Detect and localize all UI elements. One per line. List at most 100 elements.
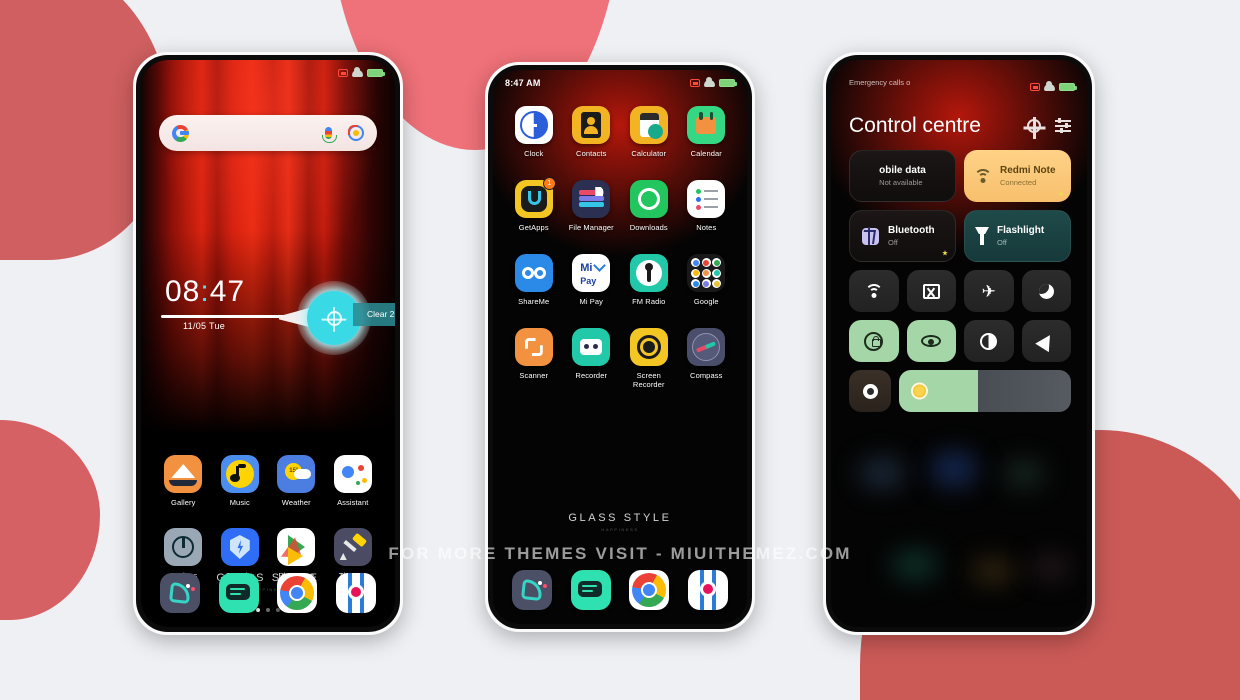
app-icon-wrap [514,106,553,144]
home-dock [141,573,395,613]
app-label: GetApps [518,223,549,232]
tile-subtitle: Off [997,238,1007,247]
app-mi-pay[interactable]: Mi Pay Mi Pay [563,254,621,306]
app-label: FM Radio [632,297,666,306]
theme-brand-watermark-drawer: GLASS STYLE HAPPINESS [493,512,747,532]
app-downloads[interactable]: Downloads [620,180,678,232]
bluetooth-icon [860,226,880,246]
rotation-lock-icon [864,331,884,351]
auto-brightness-icon [862,383,878,399]
notification-badge: 1 [542,177,556,190]
status-bar [141,60,395,86]
recorder-icon [572,328,611,366]
app-notes[interactable]: Notes [678,180,736,232]
cloud-icon [1044,81,1055,91]
location-toggle[interactable] [1021,320,1071,362]
drawer-app-row-4: Scanner Recorder Screen Recorder Compass [493,328,747,390]
gear-icon[interactable] [1027,117,1041,139]
app-icon-wrap [572,180,611,218]
calendar-icon [687,106,726,144]
app-label: Clock [524,149,544,158]
dock-chrome[interactable] [629,570,670,610]
dock-camera[interactable] [336,573,377,613]
app-contacts[interactable]: Contacts [563,106,621,158]
dnd-icon [690,79,700,87]
app-calendar[interactable]: Calendar [678,106,736,158]
app-weather[interactable]: 15° Weather [268,455,325,507]
clock-weather-widget[interactable]: 08:47 11/05 Tue Clear 25℃ [161,275,395,355]
app-music[interactable]: Music [212,455,269,507]
status-bar-drawer: 8:47 AM [493,70,747,96]
tile-flashlight[interactable]: Flashlight Off [964,210,1071,262]
fm-radio-icon [629,254,668,292]
app-scanner[interactable]: Scanner [505,328,563,390]
tile-bluetooth[interactable]: Bluetooth Off [849,210,956,262]
brightness-icon[interactable] [911,382,928,400]
dock-messages[interactable] [218,573,259,613]
microphone-icon[interactable] [322,127,337,143]
app-label: ShareMe [518,297,550,306]
app-icon-wrap [687,106,726,144]
tile-wifi[interactable]: Redmi Note Connected [964,150,1071,202]
dock-camera[interactable] [688,570,729,610]
app-shareme[interactable]: ShareMe [505,254,563,306]
google-search-bar[interactable] [159,115,377,151]
app-calculator[interactable]: Calculator [620,106,678,158]
app-icon-wrap [629,180,668,218]
drawer-app-row-1: Clock Contacts Calculator Calendar [493,106,747,158]
status-icons [690,77,737,87]
weather-label: Clear 25℃ [353,303,395,326]
clock-minutes: 47 [209,275,246,308]
cast-toggle[interactable] [906,270,956,312]
star-icon [1058,191,1064,197]
app-fm-radio[interactable]: FM Radio [620,254,678,306]
brightness-slider[interactable] [899,370,1071,412]
dock-phone[interactable] [511,570,552,610]
tile-subtitle: Not available [879,178,923,187]
tile-mobile-data[interactable]: obile data Not available [849,150,956,202]
wifi-toggle[interactable] [849,270,899,312]
app-icon-wrap [333,455,372,493]
google-lens-icon[interactable] [347,124,364,141]
app-recorder[interactable]: Recorder [563,328,621,390]
app-icon-wrap [514,328,553,366]
app-assistant[interactable]: Assistant [325,455,382,507]
contacts-icon [572,106,611,144]
app-compass[interactable]: Compass [678,328,736,390]
dock-messages[interactable] [570,570,611,610]
app-gallery[interactable]: Gallery [155,455,212,507]
tile-subtitle: Off [888,238,898,247]
app-screen-recorder[interactable]: Screen Recorder [620,328,678,390]
battery-icon [1059,83,1077,91]
contrast-toggle[interactable] [964,320,1014,362]
app-label: Downloads [629,223,668,232]
auto-brightness-button[interactable] [849,370,891,412]
clock-colon: : [200,275,210,308]
app-icon-wrap [629,328,668,366]
cast-icon [922,283,940,299]
app-label: Contacts [576,149,607,158]
list-icon[interactable] [1055,117,1071,135]
dnd-icon [1030,83,1040,91]
tile-title: Redmi Note [1000,165,1056,176]
app-google[interactable]: Google [678,254,736,306]
airplane-toggle[interactable]: ✈ [964,270,1014,312]
quick-toggles-row-1: ✈ [849,270,1071,312]
dock-chrome[interactable] [277,573,318,613]
app-clock[interactable]: Clock [505,106,563,158]
rotation-lock-toggle[interactable] [849,320,899,362]
drawer-app-row-3: ShareMe Mi Pay Mi Pay FM Radio Google [493,254,747,306]
dock-phone[interactable] [159,573,200,613]
app-icon-wrap [220,455,259,493]
brand-title: GLASS STYLE [568,512,672,524]
sun-icon [326,306,342,332]
app-file-manager[interactable]: File Manager [563,180,621,232]
airplane-icon: ✈ [981,281,996,301]
app-label: Compass [690,371,723,380]
brightness-row [849,370,1071,412]
reading-mode-toggle[interactable] [906,320,956,362]
dark-mode-toggle[interactable] [1021,270,1071,312]
camera-icon [336,573,377,613]
scanner-icon [514,328,553,366]
app-getapps[interactable]: 1 GetApps [505,177,563,232]
